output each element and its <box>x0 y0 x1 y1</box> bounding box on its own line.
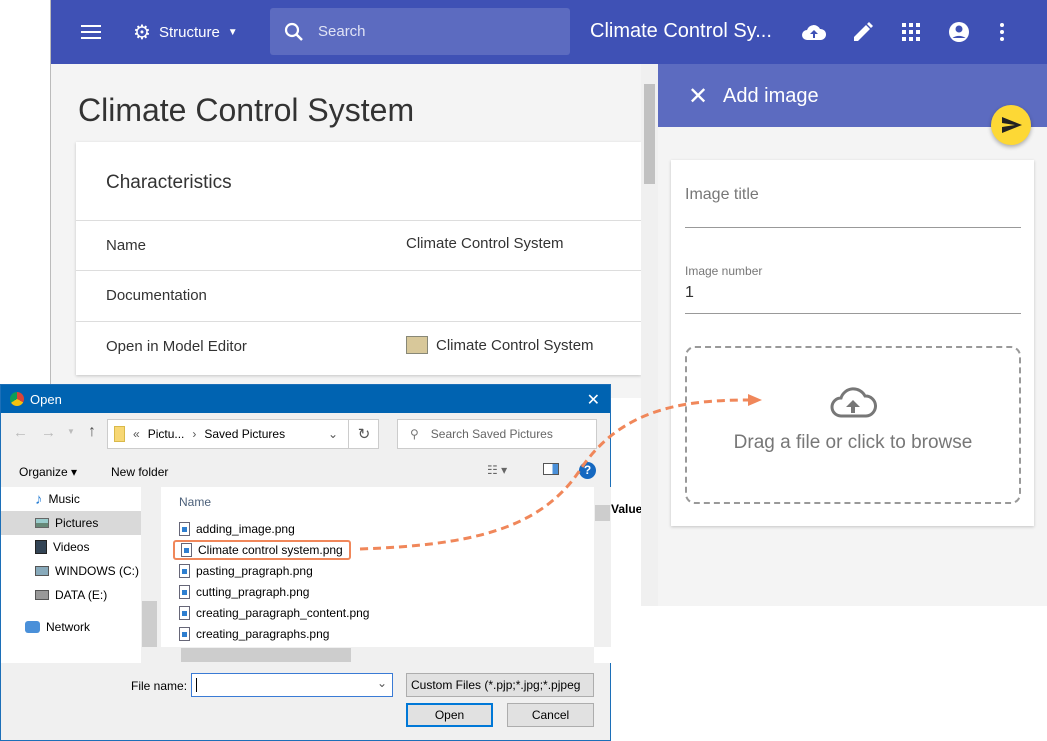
drag-arrow <box>359 394 762 551</box>
